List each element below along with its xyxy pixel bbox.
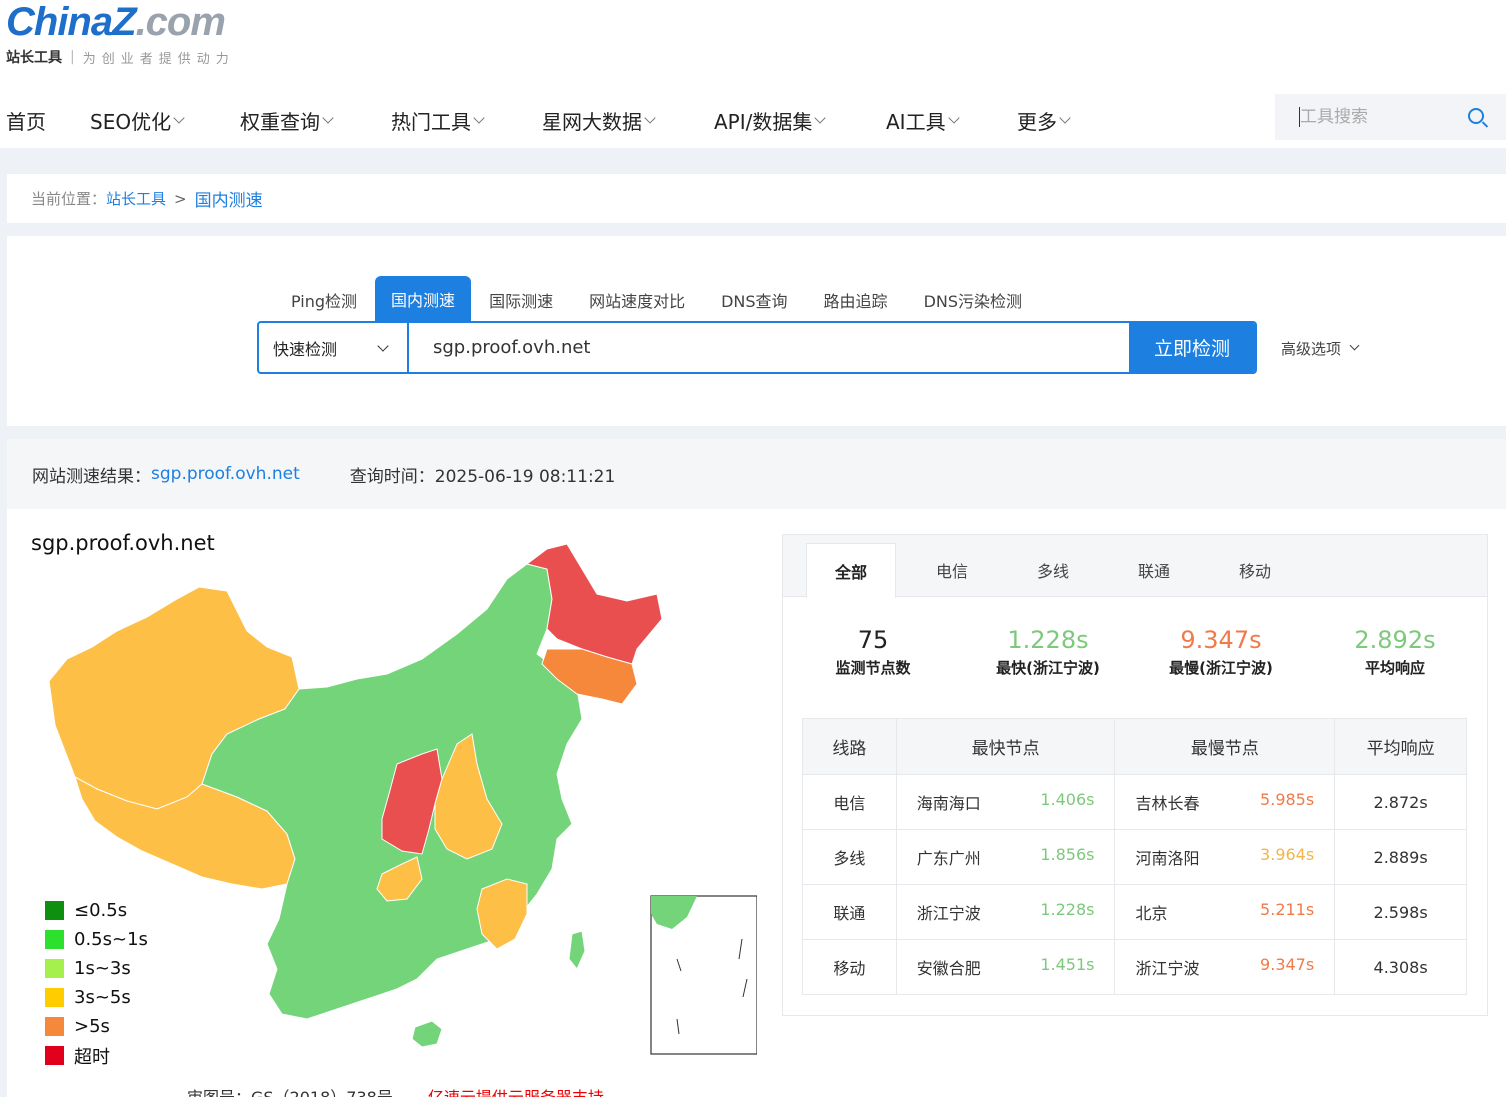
tool-search [1275, 94, 1506, 140]
legend-swatch [45, 1017, 64, 1036]
legend-swatch [45, 1046, 64, 1065]
breadcrumb-label: 当前位置： [31, 190, 107, 208]
col-header-slowest: 最慢节点 [1114, 718, 1336, 775]
chevron-down-icon [473, 111, 485, 124]
tab-ping[interactable]: Ping检测 [273, 278, 375, 322]
nav-more[interactable]: 更多 [1017, 106, 1071, 135]
logo-slogan: 为创业者提供动力 [82, 51, 235, 67]
tab-speed-compare[interactable]: 网站速度对比 [571, 278, 703, 322]
table-row: 电信 海南海口 1.406s 吉林长春 5.985s 2.872s [802, 774, 1467, 830]
legend-item: 超时 [45, 1041, 148, 1070]
tool-search-input[interactable] [1300, 107, 1460, 127]
summary-average: 2.892s 平均响应 [1354, 626, 1436, 677]
result-host-link[interactable]: sgp.proof.ovh.net [151, 464, 300, 484]
query-time-label: 查询时间： [349, 466, 435, 487]
tool-tabs: Ping检测 国内测速 国际测速 网站速度对比 DNS查询 路由追踪 DNS污染… [273, 276, 1040, 322]
map-region-taiwan [568, 930, 586, 970]
query-time-value: 2025-06-19 08:11:21 [434, 466, 616, 487]
chevron-down-icon [947, 111, 960, 124]
table-row: 联通 浙江宁波 1.228s 北京 5.211s 2.598s [802, 884, 1467, 940]
chevron-down-icon [1349, 340, 1360, 351]
site-logo[interactable]: ChinaZ.com 站长工具 | 为创业者提供动力 [6, 0, 235, 67]
mode-select-value: 快速检测 [273, 339, 338, 359]
legend-swatch [45, 988, 64, 1007]
isp-tabs: 全部 电信 多线 联通 移动 [783, 535, 1487, 598]
tab-traceroute[interactable]: 路由追踪 [806, 278, 906, 322]
chevron-down-icon [644, 111, 656, 124]
mode-select[interactable]: 快速检测 [259, 323, 409, 372]
query-form: 快速检测 立即检测 [257, 321, 1257, 374]
legend-item: >5s [45, 1012, 148, 1041]
map-region-hainan [411, 1020, 443, 1048]
result-header: 网站测速结果： sgp.proof.ovh.net 查询时间：2025-06-1… [7, 439, 1506, 509]
tab-domestic-speed[interactable]: 国内测速 [375, 276, 472, 322]
tab-dns-pollution[interactable]: DNS污染检测 [906, 278, 1040, 322]
map-approval-number: 审图号：GS（2018）738号 [187, 1088, 393, 1097]
isp-tab-mobile[interactable]: 移动 [1210, 543, 1300, 597]
legend-swatch [45, 901, 64, 920]
url-input[interactable] [409, 323, 1129, 372]
breadcrumb-separator: > [174, 189, 187, 208]
nav-ai[interactable]: AI工具 [886, 106, 960, 135]
tab-intl-speed[interactable]: 国际测速 [471, 278, 571, 322]
advanced-options-toggle[interactable]: 高级选项 [1281, 338, 1360, 359]
site-header: ChinaZ.com 站长工具 | 为创业者提供动力 首页 SEO优化 权重查询… [0, 0, 1506, 148]
map-footer: 审图号：GS（2018）738号 亿速云提供云服务器支持 [187, 1084, 604, 1097]
summary-slowest: 9.347s 最慢(浙江宁波) [1169, 626, 1273, 677]
isp-tab-multiline[interactable]: 多线 [1008, 543, 1098, 597]
legend-item: ≤0.5s [45, 896, 148, 925]
table-row: 多线 广东广州 1.856s 河南洛阳 3.964s 2.889s [802, 829, 1467, 885]
chevron-down-icon [1059, 111, 1071, 124]
nav-hot-tools[interactable]: 热门工具 [391, 106, 485, 135]
stats-panel: 全部 电信 多线 联通 移动 75 监测节点数 1.228s 最快(浙江宁波) … [782, 534, 1488, 1016]
isp-tab-all[interactable]: 全部 [806, 543, 896, 598]
summary-fastest: 1.228s 最快(浙江宁波) [996, 626, 1100, 677]
col-header-fastest: 最快节点 [895, 718, 1116, 775]
legend-swatch [45, 959, 64, 978]
legend-item: 0.5s~1s [45, 925, 148, 954]
chevron-down-icon [814, 111, 827, 124]
check-now-button[interactable]: 立即检测 [1129, 323, 1255, 372]
breadcrumb-home-link[interactable]: 站长工具 [106, 188, 166, 209]
legend-item: 1s~3s [45, 954, 148, 983]
line-stats-table: 线路 最快节点 最慢节点 平均响应 电信 海南海口 1.406s 吉林长春 5.98… [802, 718, 1467, 995]
nav-api[interactable]: API/数据集 [714, 106, 827, 135]
search-icon[interactable] [1468, 108, 1484, 124]
isp-tab-telecom[interactable]: 电信 [907, 543, 997, 597]
logo-wordmark: ChinaZ.com [6, 0, 226, 44]
col-header-line: 线路 [802, 718, 897, 775]
tab-dns-query[interactable]: DNS查询 [703, 278, 805, 322]
legend-swatch [45, 930, 64, 949]
isp-tab-unicom[interactable]: 联通 [1109, 543, 1199, 597]
nav-seo[interactable]: SEO优化 [90, 106, 185, 135]
chevron-down-icon [377, 340, 389, 352]
nav-home[interactable]: 首页 [6, 106, 46, 135]
chevron-down-icon [322, 111, 334, 124]
nav-bigdata[interactable]: 星网大数据 [542, 106, 656, 135]
map-legend: ≤0.5s 0.5s~1s 1s~3s 3s~5s >5s 超时 [45, 896, 148, 1070]
tool-panel: Ping检测 国内测速 国际测速 网站速度对比 DNS查询 路由追踪 DNS污染… [7, 236, 1506, 426]
result-panel: 网站测速结果： sgp.proof.ovh.net 查询时间：2025-06-1… [7, 439, 1506, 1097]
table-row: 移动 安徽合肥 1.451s 浙江宁波 9.347s 4.308s [802, 939, 1467, 995]
nav-weight[interactable]: 权重查询 [240, 106, 334, 135]
breadcrumb: 当前位置： 站长工具 > 国内测速 [7, 174, 1506, 223]
breadcrumb-current-link[interactable]: 国内测速 [195, 186, 263, 211]
chevron-down-icon [173, 111, 185, 124]
summary-node-count: 75 监测节点数 [835, 626, 911, 677]
sponsor-link[interactable]: 亿速云提供云服务器支持 [428, 1088, 604, 1097]
result-label: 网站测速结果： [32, 466, 151, 487]
logo-subtitle: 站长工具 [6, 50, 62, 66]
col-header-average: 平均响应 [1334, 718, 1467, 775]
advanced-options-label: 高级选项 [1281, 340, 1342, 358]
legend-item: 3s~5s [45, 983, 148, 1012]
